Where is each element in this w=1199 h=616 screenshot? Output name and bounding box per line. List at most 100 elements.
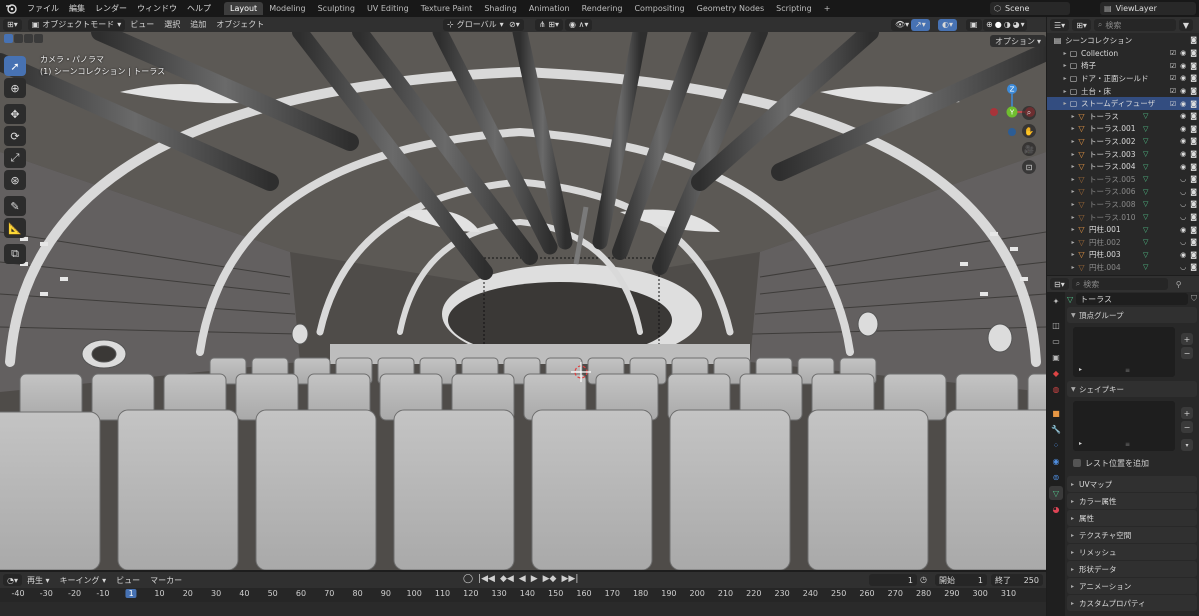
- properties-search-input[interactable]: ⌕ 検索: [1071, 278, 1168, 290]
- scene-selector[interactable]: ⬡ Scene: [990, 2, 1070, 15]
- tab-compositing[interactable]: Compositing: [628, 2, 690, 15]
- move-tool-icon[interactable]: ✥: [4, 104, 26, 124]
- expand-arrow-icon[interactable]: ▸: [1061, 75, 1069, 82]
- camera-icon[interactable]: ◙: [1190, 188, 1197, 196]
- eye-icon[interactable]: ◉: [1180, 125, 1186, 133]
- select-extend-icon[interactable]: [14, 34, 23, 43]
- panel-header[interactable]: ▸ カスタムプロパティ: [1067, 595, 1197, 611]
- panel-header[interactable]: ▸ 形状データ: [1067, 561, 1197, 577]
- expand-arrow-icon[interactable]: ▸: [1069, 201, 1077, 208]
- overlay-toggle-button[interactable]: ◐▾: [938, 18, 957, 31]
- outliner-editor-type-button[interactable]: ☰▾: [1050, 19, 1070, 31]
- 3d-viewport[interactable]: カメラ・パノラマ (1) シーンコレクション | トーラス オプション ▾ Z …: [0, 32, 1046, 570]
- frame-start-field[interactable]: 開始 1: [935, 574, 987, 586]
- viewport-menu-select[interactable]: 選択: [159, 19, 185, 30]
- object-tab-icon[interactable]: ■: [1049, 406, 1063, 420]
- eye-icon[interactable]: ◉: [1180, 251, 1186, 259]
- chevron-down-icon[interactable]: ▾: [1021, 20, 1025, 29]
- mesh-name-field[interactable]: トーラス: [1076, 293, 1188, 305]
- camera-icon[interactable]: ◙: [1190, 49, 1197, 57]
- outliner-object-row[interactable]: ▸ ▽ トーラス ▽ ◉ ◙: [1047, 110, 1199, 123]
- viewport-menu-view[interactable]: ビュー: [125, 19, 159, 30]
- camera-icon[interactable]: ◙: [1190, 112, 1197, 120]
- zoom-icon[interactable]: ⌕: [1022, 106, 1036, 120]
- scale-tool-icon[interactable]: ⤢: [4, 148, 26, 168]
- camera-icon[interactable]: ◙: [1190, 62, 1197, 70]
- viewport-menu-object[interactable]: オブジェクト: [211, 19, 269, 30]
- material-shading-icon[interactable]: ◑: [1003, 20, 1012, 29]
- outliner-object-row[interactable]: ▸ ▽ トーラス.008 ▽ ◡ ◙: [1047, 198, 1199, 211]
- mesh-data-tab-icon[interactable]: ▽: [1049, 486, 1063, 500]
- select-new-icon[interactable]: [4, 34, 13, 43]
- stopwatch-icon[interactable]: ◷: [920, 575, 927, 584]
- mesh-data-icon[interactable]: ▽: [1143, 125, 1148, 133]
- eye-icon[interactable]: ◉: [1180, 137, 1186, 145]
- current-frame-field[interactable]: 1: [869, 574, 917, 586]
- camera-icon[interactable]: ◙: [1190, 74, 1197, 82]
- expand-arrow-icon[interactable]: ▸: [1061, 100, 1069, 107]
- camera-icon[interactable]: ◙: [1190, 175, 1197, 183]
- panel-header[interactable]: ▸ テクスチャ空間: [1067, 527, 1197, 543]
- vertex-group-add-button[interactable]: +: [1181, 333, 1193, 345]
- outliner-object-row[interactable]: ▸ ▽ トーラス.010 ▽ ◡ ◙: [1047, 211, 1199, 224]
- checkbox-icon[interactable]: ☑: [1170, 49, 1176, 57]
- xray-button[interactable]: ▣: [966, 18, 982, 31]
- lock-icon[interactable]: ⊡: [1022, 160, 1036, 174]
- play-reverse-icon[interactable]: ◀: [519, 574, 526, 584]
- eye-icon[interactable]: ◉: [1180, 62, 1186, 70]
- eye-icon[interactable]: ◉: [1180, 74, 1186, 82]
- tab-animation[interactable]: Animation: [523, 2, 576, 15]
- camera-icon[interactable]: ◙: [1190, 100, 1197, 108]
- camera-icon[interactable]: ◙: [1190, 36, 1197, 44]
- render-tab-icon[interactable]: ◫: [1049, 318, 1063, 332]
- expand-arrow-icon[interactable]: ▸: [1069, 176, 1077, 183]
- panel-header[interactable]: ▸ カラー属性: [1067, 493, 1197, 509]
- world-tab-icon[interactable]: ◍: [1049, 382, 1063, 396]
- viewport-menu-add[interactable]: 追加: [185, 19, 211, 30]
- options-button[interactable]: オプション ▾: [990, 35, 1046, 47]
- timeline-editor-type-button[interactable]: ◔▾: [3, 574, 22, 586]
- outliner-collection-row[interactable]: ▸ ▢ Collection ☑ ◉ ◙: [1047, 47, 1199, 60]
- tab-modeling[interactable]: Modeling: [263, 2, 311, 15]
- menu-edit[interactable]: 編集: [64, 3, 90, 14]
- outliner-object-row[interactable]: ▸ ▽ 円柱.001 ▽ ◉ ◙: [1047, 223, 1199, 236]
- camera-icon[interactable]: ◙: [1190, 125, 1197, 133]
- select-subtract-icon[interactable]: [24, 34, 33, 43]
- playback-menu[interactable]: 再生 ▾: [22, 575, 55, 586]
- list-grip-icon[interactable]: ≡: [1125, 441, 1130, 448]
- tab-geometry-nodes[interactable]: Geometry Nodes: [691, 2, 770, 15]
- outliner-object-row[interactable]: ▸ ▽ トーラス.004 ▽ ◉ ◙: [1047, 160, 1199, 173]
- constraints-tab-icon[interactable]: ⊚: [1049, 470, 1063, 484]
- outliner-collection-row[interactable]: ▸ ▢ ドア・正面シールド ☑ ◉ ◙: [1047, 72, 1199, 85]
- outliner-object-row[interactable]: ▸ ▽ トーラス.003 ▽ ◉ ◙: [1047, 148, 1199, 161]
- expand-arrow-icon[interactable]: ▸: [1069, 188, 1077, 195]
- expand-arrow-icon[interactable]: ▸: [1069, 125, 1077, 132]
- menu-render[interactable]: レンダー: [90, 3, 132, 14]
- eye-icon[interactable]: ◉: [1180, 87, 1186, 95]
- shading-modes[interactable]: ⊕ ● ◑ ◕ ▾: [983, 18, 1027, 31]
- camera-icon[interactable]: ◙: [1190, 137, 1197, 145]
- outliner-search-input[interactable]: ⌕ 検索: [1093, 19, 1176, 31]
- modifier-tab-icon[interactable]: 🔧: [1049, 422, 1063, 436]
- tab-rendering[interactable]: Rendering: [576, 2, 629, 15]
- outliner-root-row[interactable]: ▤ シーンコレクション ◙: [1047, 34, 1199, 47]
- scene-tab-icon[interactable]: ◆: [1049, 366, 1063, 380]
- eye-closed-icon[interactable]: ◡: [1180, 200, 1186, 208]
- rendered-shading-icon[interactable]: ◕: [1012, 20, 1021, 29]
- mesh-data-icon[interactable]: ▽: [1143, 200, 1148, 208]
- view-layer-selector[interactable]: ▤ ViewLayer: [1100, 2, 1196, 15]
- snap-button[interactable]: ⋔ ⊞▾: [535, 18, 563, 31]
- outliner-collection-row[interactable]: ▸ ▢ 椅子 ☑ ◉ ◙: [1047, 60, 1199, 73]
- mesh-data-icon[interactable]: ▽: [1143, 163, 1148, 171]
- view-layer-tab-icon[interactable]: ▣: [1049, 350, 1063, 364]
- eye-icon[interactable]: ◉: [1180, 112, 1186, 120]
- eye-closed-icon[interactable]: ◡: [1180, 188, 1186, 196]
- list-grip-icon[interactable]: ≡: [1125, 367, 1130, 374]
- frame-end-field[interactable]: 終了 250: [991, 574, 1043, 586]
- mesh-data-icon[interactable]: ▽: [1143, 150, 1148, 158]
- menu-window[interactable]: ウィンドウ: [132, 3, 182, 14]
- mesh-data-icon[interactable]: ▽: [1143, 226, 1148, 234]
- jump-end-icon[interactable]: ▶▶|: [561, 574, 578, 584]
- add-workspace-button[interactable]: +: [818, 2, 837, 15]
- measure-tool-icon[interactable]: 📐: [4, 218, 26, 238]
